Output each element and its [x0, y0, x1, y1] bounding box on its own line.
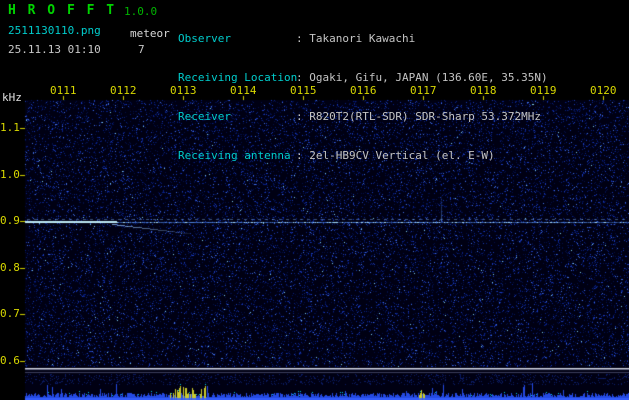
app-title: H R O F F T: [8, 3, 117, 18]
mode-label: meteor: [130, 27, 170, 40]
freq-tick-0.8: 0.8: [0, 261, 20, 274]
time-tick-0116: 0116: [350, 84, 377, 97]
time-tick-0119: 0119: [530, 84, 557, 97]
info-label-receiver: Receiver: [178, 110, 231, 123]
output-filename: 2511130110.png: [8, 24, 101, 37]
info-value-observer: : Takanori Kawachi: [296, 32, 416, 45]
freq-tick-1.1: 1.1: [0, 121, 20, 134]
time-tick-0117: 0117: [410, 84, 437, 97]
info-value-location: : Ogaki, Gifu, JAPAN (136.60E, 35.35N): [296, 71, 548, 84]
hrofft-app-window: H R O F F T 1.0.0 2511130110.png meteor …: [0, 0, 629, 400]
info-label-observer: Observer: [178, 32, 231, 45]
y-axis-unit-label: kHz: [2, 91, 22, 104]
app-version: 1.0.0: [124, 5, 158, 18]
freq-tick-0.6: 0.6: [0, 354, 20, 367]
freq-tick-1.0: 1.0: [0, 168, 20, 181]
time-tick-0111: 0111: [50, 84, 77, 97]
time-tick-0114: 0114: [230, 84, 257, 97]
freq-tick-0.9: 0.9: [0, 214, 20, 227]
station-info-panel: Observer : Takanori Kawachi Receiving Lo…: [178, 6, 548, 188]
time-tick-0112: 0112: [110, 84, 137, 97]
info-value-receiver: : R820T2(RTL-SDR) SDR-Sharp 53.372MHz: [296, 110, 542, 123]
info-row-location: Receiving Location : Ogaki, Gifu, JAPAN …: [178, 71, 548, 84]
time-tick-0113: 0113: [170, 84, 197, 97]
info-label-location: Receiving Location: [178, 71, 298, 84]
info-row-antenna: Receiving antenna : 2el-HB9CV Vertical (…: [178, 149, 548, 162]
time-tick-0118: 0118: [470, 84, 497, 97]
observation-datetime: 25.11.13 01:10: [8, 43, 101, 56]
info-row-receiver: Receiver : R820T2(RTL-SDR) SDR-Sharp 53.…: [178, 110, 548, 123]
time-tick-0115: 0115: [290, 84, 317, 97]
info-value-antenna: : 2el-HB9CV Vertical (el. E-W): [296, 149, 495, 162]
time-tick-0120: 0120: [590, 84, 617, 97]
freq-tick-0.7: 0.7: [0, 307, 20, 320]
info-row-observer: Observer : Takanori Kawachi: [178, 32, 548, 45]
echo-count: 7: [138, 43, 145, 56]
info-label-antenna: Receiving antenna: [178, 149, 291, 162]
